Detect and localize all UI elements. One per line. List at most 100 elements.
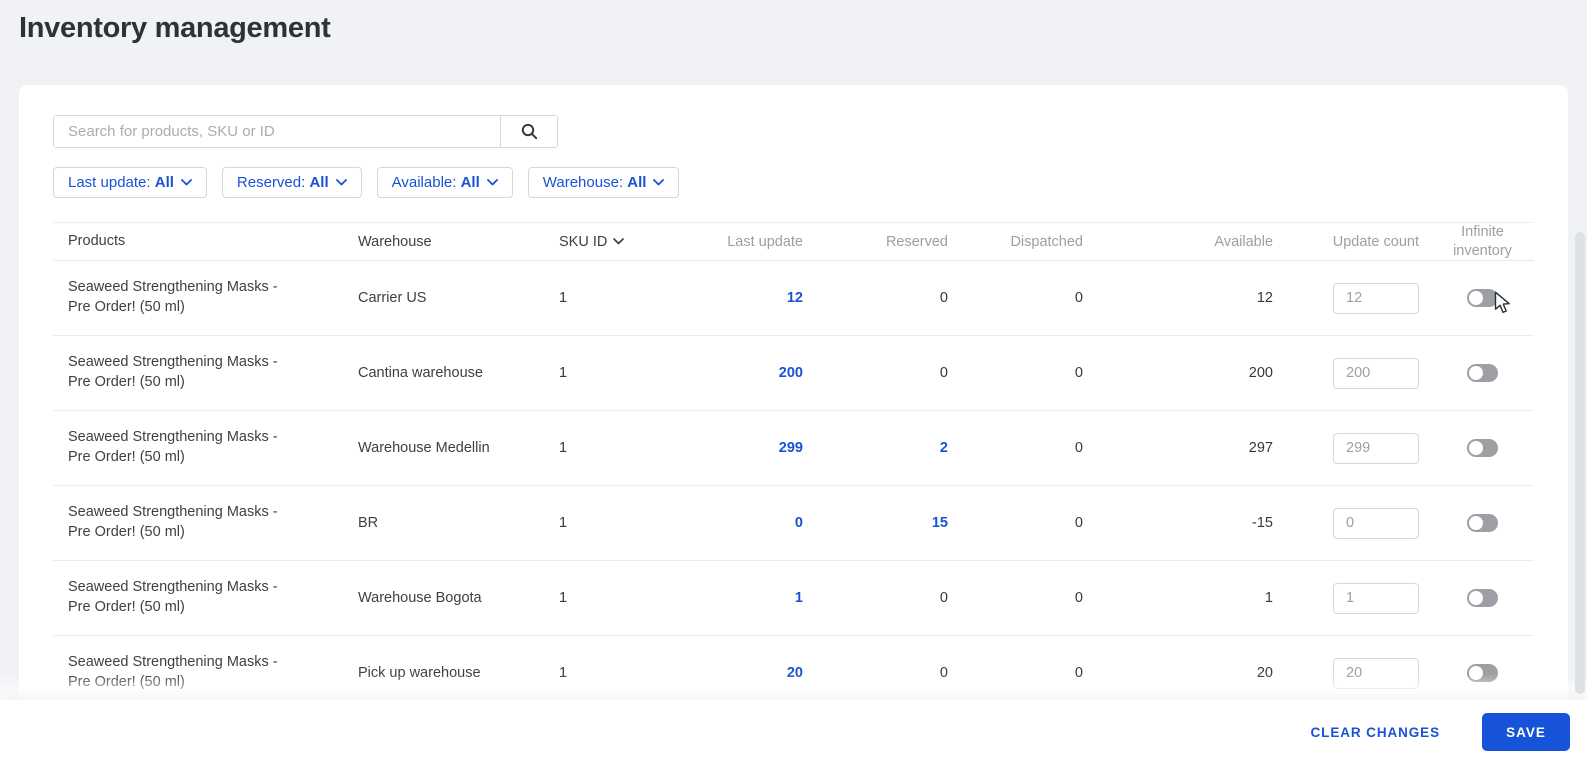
sku-id-value: 1 — [559, 365, 568, 381]
col-header-sku-id[interactable]: SKU ID — [559, 234, 673, 250]
filter-reserved[interactable]: Reserved: All — [221, 167, 362, 198]
clear-changes-button[interactable]: CLEAR CHANGES — [1311, 725, 1440, 740]
available-value: 200 — [1248, 365, 1273, 381]
infinite-inventory-toggle[interactable] — [1467, 289, 1498, 307]
update-count-input[interactable] — [1333, 582, 1419, 614]
filter-label: Warehouse: — [542, 174, 624, 191]
filter-bar: Last update: All Reserved: All Available… — [53, 167, 1534, 198]
table-row: Seaweed Strengthening Masks - Pre Order!… — [53, 336, 1534, 411]
reserved-value: 0 — [939, 290, 948, 306]
last-update-value[interactable]: 1 — [673, 590, 803, 606]
col-header-available: Available — [1214, 233, 1273, 250]
table-body: Seaweed Strengthening Masks - Pre Order!… — [53, 261, 1534, 711]
infinite-inventory-toggle[interactable] — [1467, 364, 1498, 382]
page-title: Inventory management — [19, 12, 331, 44]
product-name: Seaweed Strengthening Masks - Pre Order!… — [68, 279, 278, 315]
col-header-dispatched: Dispatched — [1010, 233, 1083, 250]
search-input[interactable] — [54, 116, 500, 147]
filter-warehouse[interactable]: Warehouse: All — [527, 167, 680, 198]
filter-available[interactable]: Available: All — [376, 167, 513, 198]
last-update-value[interactable]: 12 — [673, 290, 803, 306]
product-name: Seaweed Strengthening Masks - Pre Order!… — [68, 354, 278, 390]
col-header-warehouse: Warehouse — [358, 233, 432, 250]
product-name: Seaweed Strengthening Masks - Pre Order!… — [68, 429, 278, 465]
warehouse-name: BR — [358, 515, 379, 531]
infinite-inventory-toggle[interactable] — [1467, 514, 1498, 532]
infinite-inventory-toggle[interactable] — [1467, 664, 1498, 682]
dispatched-value: 0 — [1074, 290, 1083, 306]
warehouse-name: Warehouse Bogota — [358, 590, 482, 606]
update-count-input[interactable] — [1333, 432, 1419, 464]
dispatched-value: 0 — [1074, 590, 1083, 606]
available-value: 297 — [1248, 440, 1273, 456]
save-button[interactable]: SAVE — [1482, 713, 1570, 751]
search-box — [53, 115, 558, 148]
toggle-knob — [1469, 516, 1483, 530]
filter-label: Last update: — [68, 174, 151, 191]
last-update-value[interactable]: 0 — [673, 515, 803, 531]
product-name: Seaweed Strengthening Masks - Pre Order!… — [68, 579, 278, 615]
update-count-input[interactable] — [1333, 507, 1419, 539]
reserved-value: 0 — [939, 590, 948, 606]
reserved-value[interactable]: 15 — [803, 515, 948, 531]
toggle-knob — [1469, 366, 1483, 380]
filter-value: All — [154, 174, 174, 191]
table-row: Seaweed Strengthening Masks - Pre Order!… — [53, 561, 1534, 636]
last-update-value[interactable]: 299 — [673, 440, 803, 456]
dispatched-value: 0 — [1074, 515, 1083, 531]
available-value: -15 — [1252, 515, 1273, 531]
infinite-inventory-toggle[interactable] — [1467, 589, 1498, 607]
table-row: Seaweed Strengthening Masks - Pre Order!… — [53, 261, 1534, 336]
col-header-update-count: Update count — [1332, 233, 1419, 250]
warehouse-name: Cantina warehouse — [358, 365, 483, 381]
col-header-infinite-inventory: Infinite inventory — [1453, 224, 1512, 259]
product-name: Seaweed Strengthening Masks - Pre Order!… — [68, 654, 278, 690]
sku-id-value: 1 — [559, 440, 568, 456]
filter-value: All — [309, 174, 329, 191]
toggle-knob — [1469, 666, 1483, 680]
sku-id-value: 1 — [559, 515, 568, 531]
warehouse-name: Carrier US — [358, 290, 427, 306]
sku-id-value: 1 — [559, 590, 568, 606]
reserved-value: 0 — [939, 365, 948, 381]
sku-id-value: 1 — [559, 290, 568, 306]
table-row: Seaweed Strengthening Masks - Pre Order!… — [53, 486, 1534, 561]
col-header-reserved: Reserved — [885, 233, 948, 250]
filter-label: Available: — [391, 174, 457, 191]
col-header-last-update: Last update — [727, 233, 803, 250]
dispatched-value: 0 — [1074, 440, 1083, 456]
update-count-input[interactable] — [1333, 282, 1419, 314]
chevron-down-icon — [181, 179, 192, 186]
reserved-value: 0 — [939, 665, 948, 681]
vertical-scrollbar[interactable] — [1573, 0, 1587, 700]
toggle-knob — [1469, 441, 1483, 455]
chevron-down-icon — [486, 179, 498, 186]
chevron-down-icon — [613, 238, 625, 245]
search-button[interactable] — [500, 116, 557, 147]
update-count-input[interactable] — [1333, 657, 1419, 689]
scrollbar-thumb[interactable] — [1575, 232, 1585, 694]
available-value: 20 — [1256, 665, 1273, 681]
filter-value: All — [627, 174, 647, 191]
footer-action-bar: CLEAR CHANGES SAVE — [0, 700, 1587, 764]
sku-id-value: 1 — [559, 665, 568, 681]
filter-label: Reserved: — [236, 174, 306, 191]
filter-last-update[interactable]: Last update: All — [53, 167, 207, 198]
dispatched-value: 0 — [1074, 365, 1083, 381]
reserved-value[interactable]: 2 — [803, 440, 948, 456]
search-icon — [521, 123, 538, 140]
infinite-inventory-toggle[interactable] — [1467, 439, 1498, 457]
inventory-card: Last update: All Reserved: All Available… — [19, 85, 1568, 764]
available-value: 12 — [1256, 290, 1273, 306]
dispatched-value: 0 — [1074, 665, 1083, 681]
filter-value: All — [460, 174, 480, 191]
col-header-products: Products — [68, 232, 126, 249]
last-update-value[interactable]: 20 — [673, 665, 803, 681]
update-count-input[interactable] — [1333, 357, 1419, 389]
last-update-value[interactable]: 200 — [673, 365, 803, 381]
inventory-page: Inventory management Last update: All — [0, 0, 1587, 764]
warehouse-name: Warehouse Medellin — [358, 440, 490, 456]
toggle-knob — [1469, 291, 1483, 305]
chevron-down-icon — [335, 179, 347, 186]
toggle-knob — [1469, 591, 1483, 605]
